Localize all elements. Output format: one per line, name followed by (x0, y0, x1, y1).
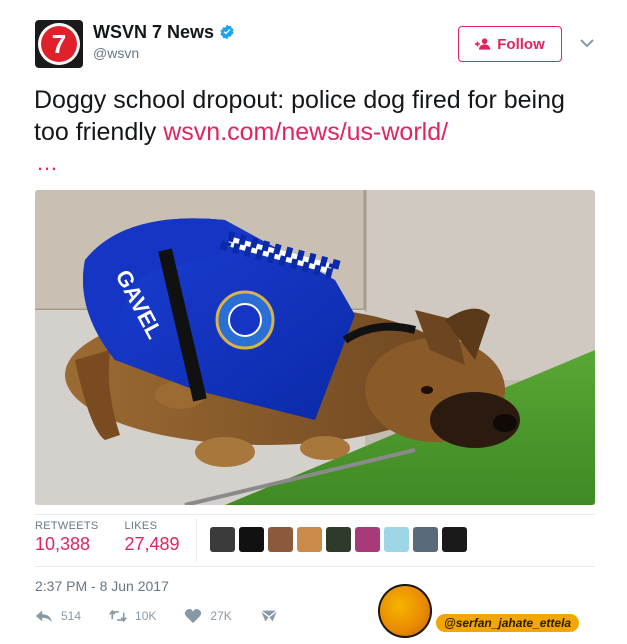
liker-avatar[interactable] (297, 527, 322, 552)
tweet-actions: 514 10K 27K (35, 608, 314, 624)
engagement-stats: RETWEETS 10,388 LIKES 27,489 (35, 520, 206, 555)
likes-stat[interactable]: LIKES 27,489 (125, 520, 180, 555)
watermark-logo (378, 584, 432, 638)
follow-button[interactable]: Follow (458, 26, 562, 62)
direct-message-button[interactable] (260, 608, 286, 624)
link-ellipsis[interactable]: … (36, 150, 61, 176)
liker-avatar[interactable] (384, 527, 409, 552)
like-count: 27K (210, 609, 232, 623)
divider-middle (35, 566, 595, 567)
reply-icon (35, 610, 53, 623)
retweets-count: 10,388 (35, 534, 91, 554)
tweet-text: Doggy school dropout: police dog fired f… (34, 84, 604, 148)
retweets-label: RETWEETS (35, 520, 99, 532)
envelope-icon (260, 610, 278, 622)
likes-count: 27,489 (124, 534, 180, 554)
like-button[interactable]: 27K (184, 608, 232, 624)
likes-label: LIKES (124, 520, 158, 532)
watermark-text: @serfan_jahate_ettela (436, 614, 580, 632)
liker-avatars (210, 527, 467, 552)
police-puppy-photo: GAVEL (35, 190, 595, 505)
tweet-timestamp[interactable]: 2:37 PM - 8 Jun 2017 (35, 578, 169, 594)
tweet-photo[interactable]: GAVEL (35, 190, 595, 505)
stats-separator (196, 518, 197, 562)
retweets-stat[interactable]: RETWEETS 10,388 (35, 520, 99, 555)
verified-badge-icon (220, 24, 234, 40)
watermark: @serfan_jahate_ettela (378, 584, 618, 640)
reply-button[interactable]: 514 (35, 608, 81, 624)
account-avatar[interactable]: 7 (35, 20, 83, 68)
add-user-icon (475, 38, 491, 50)
account-name[interactable]: WSVN 7 News (93, 22, 214, 43)
tweet-link[interactable]: wsvn.com/news/us-world/ (163, 118, 448, 146)
liker-avatar[interactable] (326, 527, 351, 552)
chevron-down-icon[interactable] (580, 38, 594, 48)
heart-icon (185, 608, 202, 624)
liker-avatar[interactable] (239, 527, 264, 552)
liker-avatar[interactable] (442, 527, 467, 552)
liker-avatar[interactable] (413, 527, 438, 552)
reply-count: 514 (61, 609, 82, 623)
wsvn-logo: 7 (38, 23, 80, 65)
retweet-count: 10K (135, 609, 157, 623)
follow-label: Follow (497, 35, 545, 53)
liker-avatar[interactable] (210, 527, 235, 552)
liker-avatar[interactable] (268, 527, 293, 552)
account-handle[interactable]: @wsvn (93, 45, 139, 61)
liker-avatar[interactable] (355, 527, 380, 552)
retweet-icon (109, 609, 127, 623)
retweet-button[interactable]: 10K (109, 608, 156, 624)
divider-top (35, 514, 595, 515)
